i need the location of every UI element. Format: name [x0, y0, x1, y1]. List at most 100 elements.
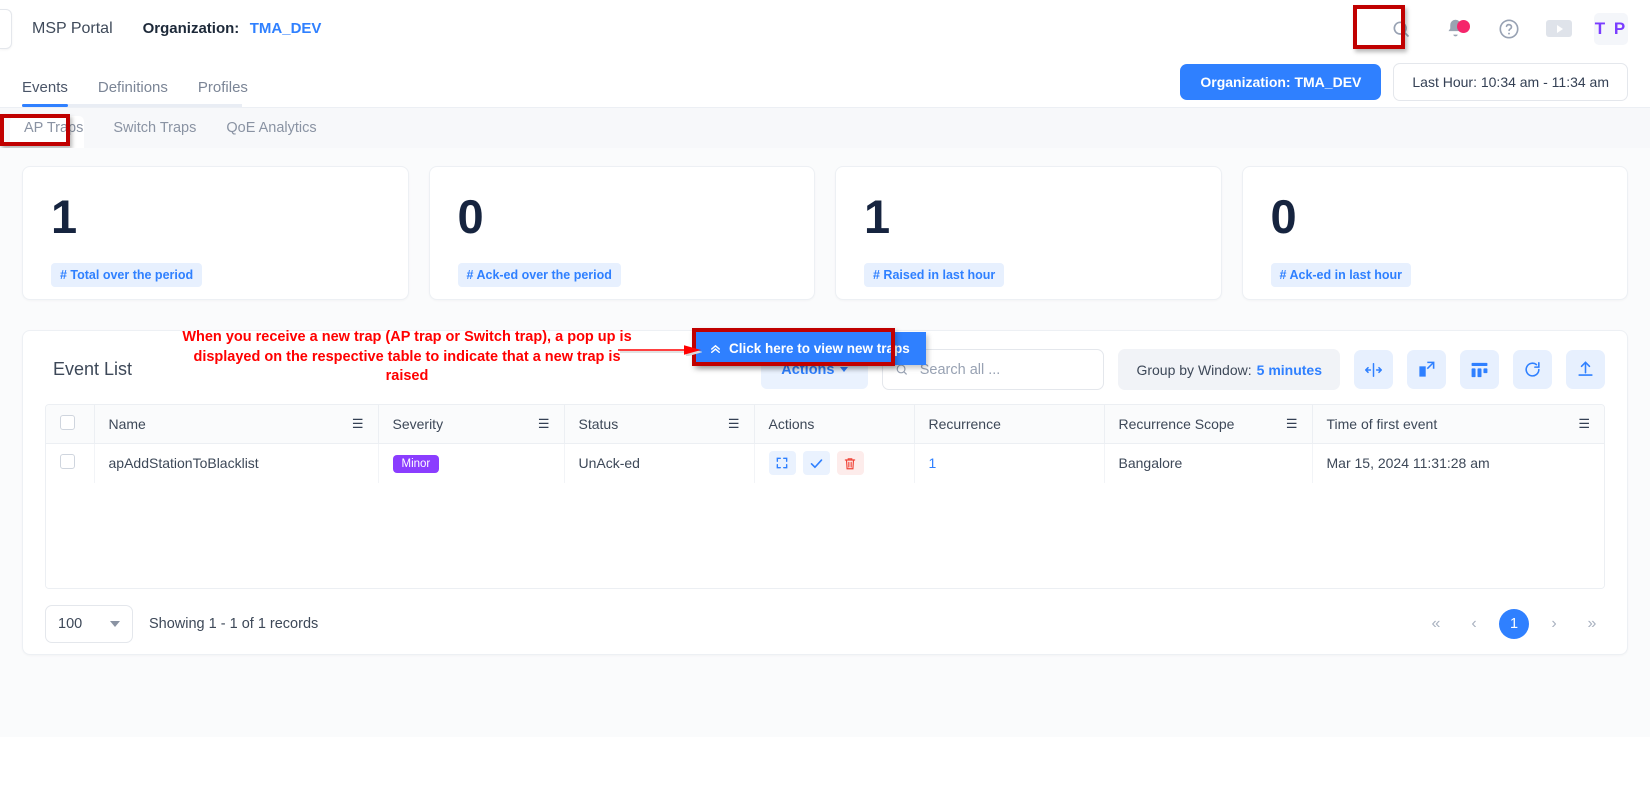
subtab-switch-traps[interactable]: Switch Traps — [111, 116, 198, 140]
expand-icon[interactable] — [1407, 350, 1446, 389]
page-size-select[interactable]: 100 — [45, 605, 133, 643]
organization-breadcrumb: Organization: TMA_DEV — [143, 20, 322, 38]
view-new-traps-popup-button[interactable]: Click here to view new traps — [696, 332, 926, 365]
tab-definitions-label: Definitions — [98, 79, 168, 96]
column-header-name[interactable]: Name ☰ — [94, 405, 378, 443]
stat-label: # Ack-ed over the period — [458, 263, 621, 287]
expand-icon[interactable] — [769, 451, 796, 475]
cell-recurrence-scope: Bangalore — [1104, 443, 1312, 483]
table-empty-space — [46, 483, 1604, 588]
primary-tab-bar: Events Definitions Profiles Organization… — [0, 57, 1650, 108]
column-header-actions[interactable]: Actions — [754, 405, 914, 443]
acknowledge-check-icon[interactable] — [803, 451, 830, 475]
notification-badge — [1457, 20, 1470, 33]
table-row[interactable]: apAddStationToBlacklist Minor UnAck-ed — [46, 443, 1604, 483]
subtab-qoe-analytics-label: QoE Analytics — [226, 120, 316, 136]
pagination-first-button[interactable]: « — [1423, 611, 1449, 637]
secondary-tabs: AP Traps Switch Traps QoE Analytics — [22, 116, 319, 140]
tab-definitions[interactable]: Definitions — [98, 79, 168, 107]
time-range-filter-pill[interactable]: Last Hour: 10:34 am - 11:34 am — [1393, 63, 1628, 101]
recurrence-link[interactable]: 1 — [929, 455, 937, 471]
tab-events[interactable]: Events — [22, 79, 68, 107]
annotation-text: When you receive a new trap (AP trap or … — [172, 328, 642, 387]
subtab-qoe-analytics[interactable]: QoE Analytics — [224, 116, 318, 140]
column-header-recurrence-scope[interactable]: Recurrence Scope ☰ — [1104, 405, 1312, 443]
column-label: Severity — [393, 416, 444, 432]
header-actions: T P — [1386, 13, 1628, 45]
column-header-status[interactable]: Status ☰ — [564, 405, 754, 443]
stat-card-raised-last-hour: 1 # Raised in last hour — [835, 166, 1222, 300]
search-icon[interactable] — [1386, 14, 1416, 44]
fit-columns-icon[interactable] — [1354, 350, 1393, 389]
chevron-down-icon — [110, 621, 120, 627]
column-label: Recurrence Scope — [1119, 416, 1235, 432]
stat-label: # Ack-ed in last hour — [1271, 263, 1411, 287]
cell-recurrence[interactable]: 1 — [914, 443, 1104, 483]
app-header: MSP Portal Organization: TMA_DEV — [0, 0, 1650, 57]
pagination-current-page[interactable]: 1 — [1499, 609, 1529, 639]
bottom-whitespace — [0, 737, 1650, 797]
column-menu-icon[interactable]: ☰ — [352, 417, 364, 430]
select-all-checkbox[interactable] — [60, 415, 75, 430]
stat-cards: 1 # Total over the period 0 # Ack-ed ove… — [22, 166, 1628, 300]
column-settings-icon[interactable] — [1460, 350, 1499, 389]
view-new-traps-label: Click here to view new traps — [729, 341, 910, 356]
pagination-next-button[interactable]: › — [1541, 611, 1567, 637]
column-header-time-of-first-event[interactable]: Time of first event ☰ — [1312, 405, 1604, 443]
notifications-button[interactable] — [1438, 14, 1472, 44]
chevron-double-up-icon — [709, 342, 722, 355]
empty-cell — [46, 483, 1604, 588]
stat-value: 1 — [51, 193, 408, 240]
page-size-value: 100 — [58, 616, 82, 632]
column-menu-icon[interactable]: ☰ — [538, 417, 550, 430]
stat-value: 1 — [864, 193, 1221, 240]
column-header-select-all[interactable] — [46, 405, 94, 443]
search-input[interactable] — [918, 361, 1092, 379]
main-content: 1 # Total over the period 0 # Ack-ed ove… — [0, 148, 1650, 797]
column-label: Actions — [769, 416, 815, 432]
cell-status: UnAck-ed — [564, 443, 754, 483]
column-header-severity[interactable]: Severity ☰ — [378, 405, 564, 443]
tab-events-label: Events — [22, 79, 68, 96]
column-menu-icon[interactable]: ☰ — [1286, 417, 1298, 430]
event-table-head: Name ☰ Severity ☰ Status — [46, 405, 1604, 443]
play-icon[interactable] — [1546, 20, 1572, 37]
nav-collapse-handle[interactable] — [0, 9, 12, 49]
table-footer: 100 Showing 1 - 1 of 1 records « ‹ 1 › » — [23, 589, 1627, 643]
organization-value[interactable]: TMA_DEV — [250, 20, 322, 37]
group-by-value: 5 minutes — [1257, 362, 1322, 378]
group-by-label: Group by Window: — [1136, 362, 1251, 378]
organization-filter-pill[interactable]: Organization: TMA_DEV — [1180, 64, 1381, 100]
avatar[interactable]: T P — [1594, 13, 1628, 45]
column-header-recurrence[interactable]: Recurrence — [914, 405, 1104, 443]
cell-severity: Minor — [378, 443, 564, 483]
primary-tabs: Events Definitions Profiles — [22, 79, 248, 107]
row-select-cell[interactable] — [46, 443, 94, 483]
pagination-prev-button[interactable]: ‹ — [1461, 611, 1487, 637]
record-count-text: Showing 1 - 1 of 1 records — [149, 616, 318, 632]
event-table: Name ☰ Severity ☰ Status — [46, 405, 1604, 588]
cell-name: apAddStationToBlacklist — [94, 443, 378, 483]
delete-trash-icon[interactable] — [837, 451, 864, 475]
column-label: Time of first event — [1327, 416, 1438, 432]
event-table-body: apAddStationToBlacklist Minor UnAck-ed — [46, 443, 1604, 588]
tab-profiles[interactable]: Profiles — [198, 79, 248, 107]
column-menu-icon[interactable]: ☰ — [1578, 417, 1590, 430]
cell-time-of-first-event: Mar 15, 2024 11:31:28 am — [1312, 443, 1604, 483]
page-title: Event List — [53, 359, 132, 380]
brand-title: MSP Portal — [32, 20, 113, 38]
chevron-down-icon — [840, 367, 848, 372]
stat-value: 0 — [1271, 193, 1628, 240]
pagination-last-button[interactable]: » — [1579, 611, 1605, 637]
export-icon[interactable] — [1566, 350, 1605, 389]
help-circle-icon[interactable] — [1494, 14, 1524, 44]
column-menu-icon[interactable]: ☰ — [728, 417, 740, 430]
refresh-icon[interactable] — [1513, 350, 1552, 389]
group-by-window-selector[interactable]: Group by Window: 5 minutes — [1118, 349, 1340, 390]
stat-value: 0 — [458, 193, 815, 240]
row-checkbox[interactable] — [60, 454, 75, 469]
stat-card-total: 1 # Total over the period — [22, 166, 409, 300]
filter-pills: Organization: TMA_DEV Last Hour: 10:34 a… — [1180, 63, 1628, 107]
subtab-ap-traps[interactable]: AP Traps — [22, 116, 85, 140]
status-badge: Minor — [393, 455, 440, 473]
